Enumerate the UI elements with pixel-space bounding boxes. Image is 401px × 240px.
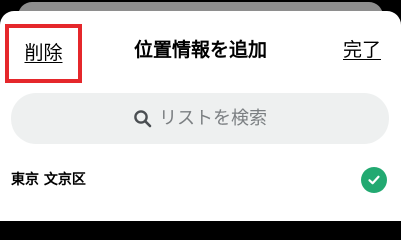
search-input[interactable]: リストを検索: [11, 93, 389, 144]
checkmark-icon: [361, 167, 387, 193]
add-location-sheet: 削除 位置情報を追加 完了 リストを検索 東京 文京区: [0, 11, 401, 221]
location-label: 東京 文京区: [11, 172, 86, 188]
search-placeholder: リストを検索: [159, 107, 267, 129]
sheet-header: 削除 位置情報を追加 完了: [0, 11, 401, 87]
done-button[interactable]: 完了: [343, 41, 381, 60]
list-item[interactable]: 東京 文京区: [0, 163, 401, 197]
delete-highlight-box: 削除: [5, 24, 82, 83]
delete-button[interactable]: 削除: [24, 44, 62, 63]
search-icon: [134, 109, 152, 127]
